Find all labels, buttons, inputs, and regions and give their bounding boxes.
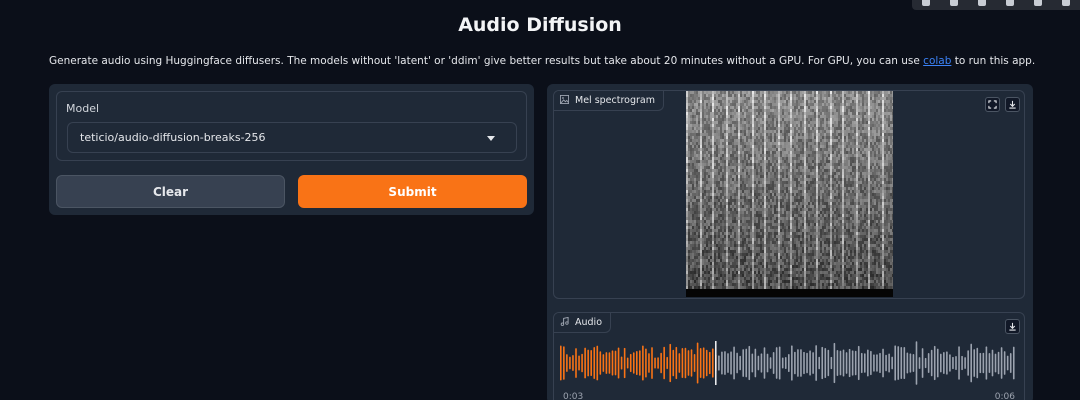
description-text: Generate audio using Huggingface diffuse… xyxy=(49,55,924,67)
model-dropdown[interactable]: teticio/audio-diffusion-breaks-256 xyxy=(67,122,517,153)
audio-label: Audio xyxy=(575,317,603,328)
page-title: Audio Diffusion xyxy=(458,14,622,36)
description-text-end: to run this app. xyxy=(951,55,1036,67)
audio-badge: Audio xyxy=(554,313,612,333)
audio-current-time: 0:03 xyxy=(563,392,584,400)
music-note-icon xyxy=(560,316,569,329)
audio-total-time: 0:06 xyxy=(994,392,1015,400)
toolbar-icon[interactable] xyxy=(912,0,940,10)
output-panel: Mel spectrogram Audio 0:03 0:06 xyxy=(547,84,1033,400)
toolbar-icon[interactable] xyxy=(996,0,1024,10)
input-panel: Model teticio/audio-diffusion-breaks-256… xyxy=(49,84,534,215)
toolbar-icon[interactable] xyxy=(1052,0,1080,10)
model-dropdown-block: Model teticio/audio-diffusion-breaks-256 xyxy=(56,91,527,161)
audio-waveform[interactable] xyxy=(560,341,1016,385)
chevron-down-icon xyxy=(487,136,495,141)
download-icon[interactable] xyxy=(1005,319,1020,334)
download-icon[interactable] xyxy=(1005,97,1020,112)
page-description: Generate audio using Huggingface diffuse… xyxy=(49,55,1035,67)
fullscreen-icon[interactable] xyxy=(985,97,1000,112)
colab-link[interactable]: colab xyxy=(923,55,951,67)
model-label: Model xyxy=(66,102,100,115)
toolbar-icon[interactable] xyxy=(940,0,968,10)
spectrogram-image xyxy=(686,91,894,297)
browser-toolbar xyxy=(912,0,1080,10)
submit-button[interactable]: Submit xyxy=(298,175,527,208)
image-icon xyxy=(560,94,569,107)
clear-button[interactable]: Clear xyxy=(56,175,285,208)
model-dropdown-value: teticio/audio-diffusion-breaks-256 xyxy=(80,131,266,144)
toolbar-icon[interactable] xyxy=(1024,0,1052,10)
spectrogram-block: Mel spectrogram xyxy=(553,90,1025,299)
audio-block: Audio 0:03 0:06 xyxy=(553,312,1025,400)
spectrogram-badge: Mel spectrogram xyxy=(554,91,664,111)
spectrogram-label: Mel spectrogram xyxy=(575,95,655,106)
toolbar-icon[interactable] xyxy=(968,0,996,10)
